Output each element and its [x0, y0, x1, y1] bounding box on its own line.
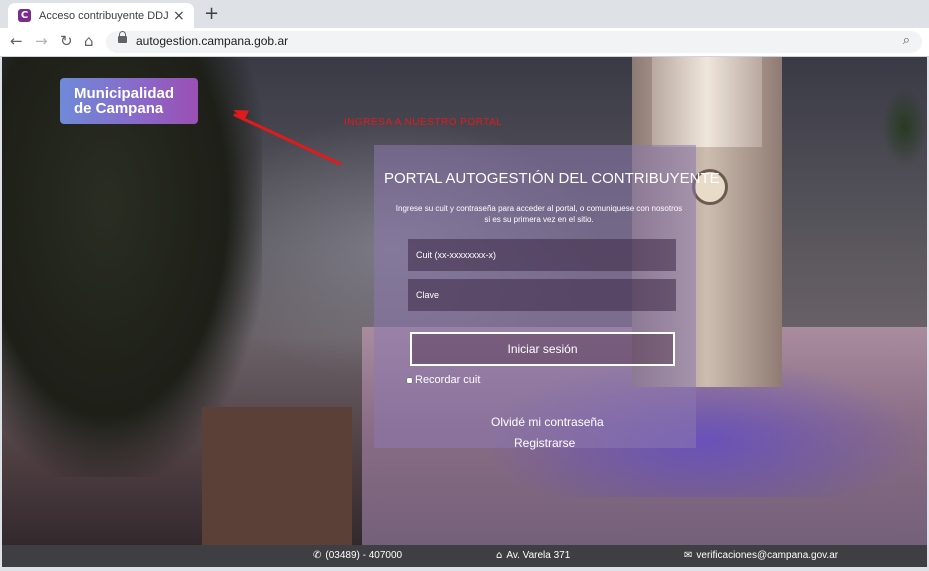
page-viewport: Municipalidad de Campana INGRESA A NUEST… [2, 57, 927, 567]
annotation-text: INGRESA A NUESTRO PORTAL [344, 117, 503, 128]
new-tab-icon[interactable]: + [204, 3, 219, 24]
url-text[interactable]: autogestion.campana.gob.ar [136, 34, 288, 48]
register-link[interactable]: Registrarse [514, 436, 575, 450]
forgot-password-link[interactable]: Olvidé mi contraseña [491, 415, 604, 429]
footer-email-text: verificaciones@campana.gov.ar [696, 550, 839, 561]
browser-tab-bar: C Acceso contribuyente DDJJ | Cam × + [0, 0, 929, 28]
footer-address[interactable]: ⌂ Av. Varela 371 [496, 550, 570, 561]
password-input[interactable] [408, 279, 676, 311]
remember-cuit[interactable]: Recordar cuit [406, 374, 480, 386]
tab-title: Acceso contribuyente DDJJ | Cam [39, 9, 169, 22]
panel-description: Ingrese su cuit y contraseña para accede… [395, 204, 683, 224]
municipality-logo[interactable]: Municipalidad de Campana [60, 78, 198, 124]
footer-email[interactable]: ✉ verificaciones@campana.gov.ar [684, 550, 838, 561]
cuit-input[interactable] [408, 239, 676, 271]
browser-tab[interactable]: C Acceso contribuyente DDJJ | Cam × [8, 3, 194, 28]
zoom-icon[interactable]: ⌕ [903, 33, 910, 48]
envelope-icon: ✉ [684, 550, 693, 561]
browser-toolbar: ← → ↻ ⌂ autogestion.campana.gob.ar ⌕ [0, 28, 929, 57]
footer-bar: ✆ (03489) - 407000 ⌂ Av. Varela 371 ✉ ve… [2, 545, 927, 567]
footer-address-text: Av. Varela 371 [506, 550, 571, 561]
logo-line-1: Municipalidad [74, 85, 175, 102]
reload-icon[interactable]: ↻ [60, 32, 73, 50]
home-icon[interactable]: ⌂ [84, 32, 94, 50]
site-favicon-icon: C [18, 9, 31, 22]
background-building [202, 407, 352, 547]
login-panel: PORTAL AUTOGESTIÓN DEL CONTRIBUYENTE Ing… [374, 145, 720, 450]
lock-icon [118, 31, 127, 43]
phone-icon: ✆ [313, 550, 322, 561]
remember-cuit-checkbox[interactable] [406, 376, 413, 384]
login-button[interactable]: Iniciar sesión [410, 332, 675, 366]
background-tower-top [652, 57, 762, 147]
address-bar[interactable]: autogestion.campana.gob.ar ⌕ [106, 31, 922, 53]
logo-line-2: de Campana [74, 100, 164, 117]
close-tab-icon[interactable]: × [173, 8, 185, 24]
background-palm [882, 87, 927, 167]
panel-title: PORTAL AUTOGESTIÓN DEL CONTRIBUYENTE [384, 170, 720, 187]
remember-cuit-label: Recordar cuit [415, 374, 481, 386]
footer-phone-text: (03489) - 407000 [325, 550, 403, 561]
footer-phone[interactable]: ✆ (03489) - 407000 [313, 550, 402, 561]
home-icon: ⌂ [496, 550, 503, 561]
back-icon[interactable]: ← [10, 32, 23, 50]
forward-icon[interactable]: → [35, 32, 48, 50]
